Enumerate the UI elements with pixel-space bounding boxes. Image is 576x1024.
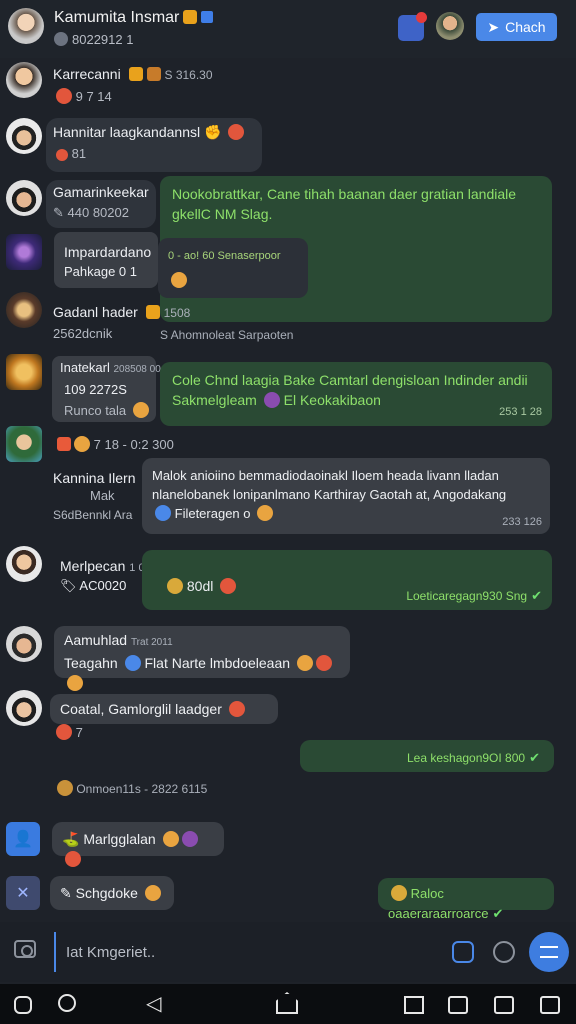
notification-button[interactable] bbox=[398, 12, 427, 41]
messaging-app: Kamumita Insmar 8022912 1 ➤ Chach Karreca… bbox=[0, 0, 576, 1024]
conversation-item[interactable]: Aamuhlad Trat 2011 Teagahn Flat Narte lm… bbox=[0, 622, 576, 691]
back-icon[interactable]: ◁ bbox=[146, 994, 161, 1014]
notification-badge bbox=[416, 12, 427, 23]
app-header: Kamumita Insmar 8022912 1 ➤ Chach bbox=[0, 0, 576, 58]
conversation-meta: 9 7 14 bbox=[53, 88, 112, 104]
send-icon: ➤ bbox=[487, 18, 500, 35]
profile-avatar[interactable] bbox=[436, 12, 464, 40]
conversation-name: Kannina Ilern bbox=[53, 470, 136, 486]
user-icon: 👤 bbox=[6, 822, 40, 856]
conversation-name: Gamarinkeekar bbox=[53, 184, 149, 200]
header-subtitle: 8022912 1 bbox=[54, 32, 133, 47]
conversation-item[interactable]: Coatal, Gamlorglil laadger 7 bbox=[0, 690, 576, 746]
chat-icon[interactable] bbox=[494, 996, 514, 1014]
message-text: Marlgglalan bbox=[83, 831, 156, 847]
conversation-meta: 7 18 - 0:2 300 bbox=[53, 436, 174, 452]
camera-icon[interactable] bbox=[14, 940, 36, 958]
message-outgoing[interactable]: Lea keshagon9OI 800 ✔ bbox=[300, 740, 554, 772]
message-input[interactable] bbox=[54, 932, 434, 972]
message-time: Loeticaregagn930 Sng ✔ bbox=[406, 588, 542, 603]
status-badge bbox=[183, 10, 198, 24]
window-icon[interactable] bbox=[448, 996, 468, 1014]
avatar bbox=[6, 354, 42, 390]
message-text: Coatal, Gamlorglil laadger bbox=[60, 701, 222, 717]
avatar bbox=[6, 690, 42, 726]
message-text: Fileteragen o bbox=[174, 506, 251, 521]
menu-button[interactable] bbox=[529, 932, 569, 972]
message-incoming[interactable]: ✎ Schgdoke bbox=[50, 876, 174, 910]
conversation-name: Impardardano bbox=[64, 244, 152, 260]
conversation-item[interactable]: 👤 ⛳ Marlgglalan bbox=[0, 818, 576, 867]
message-incoming[interactable]: 0 - ao! 60 Senaserpoor bbox=[158, 238, 308, 298]
conversation-item[interactable]: Hannitar laagkandannsl ✊ 81 bbox=[0, 114, 576, 172]
verified-icon bbox=[201, 11, 214, 23]
globe-icon bbox=[54, 32, 68, 46]
clock-icon[interactable] bbox=[493, 941, 515, 963]
conversation-item[interactable]: Karrecanni S 316.30 9 7 14 bbox=[0, 58, 576, 108]
avatar bbox=[6, 426, 42, 462]
message-time: Lea keshagon9OI 800 ✔ bbox=[406, 750, 540, 765]
message-time: 253 1 28 bbox=[499, 406, 542, 418]
conversation-name: Gadanl hader 1508 bbox=[53, 304, 191, 320]
translate-icon: ✕ bbox=[6, 876, 40, 910]
message-incoming[interactable]: Coatal, Gamlorglil laadger bbox=[50, 694, 278, 724]
avatar bbox=[6, 626, 42, 662]
emoji-icon bbox=[171, 272, 187, 288]
message-meta: 0 - ao! 60 Senaserpoor bbox=[168, 250, 281, 262]
avatar bbox=[6, 118, 42, 154]
conversation-meta: S6dBennkl Ara bbox=[53, 508, 133, 522]
message-outgoing[interactable]: Raloc oaaeraraarroarce ✔ bbox=[378, 878, 554, 921]
conversation-highlight bbox=[54, 232, 158, 288]
conversation-meta: Mak bbox=[90, 488, 115, 503]
avatar bbox=[6, 62, 42, 98]
sender-name: Aamuhlad Trat 2011 bbox=[64, 632, 173, 648]
header-subtitle-text: 8022912 1 bbox=[72, 32, 134, 47]
conversation-meta: 7 bbox=[53, 724, 83, 740]
conversation-name: Hannitar laagkandannsl ✊ bbox=[53, 124, 245, 141]
recents-icon[interactable] bbox=[404, 996, 424, 1014]
avatar bbox=[6, 180, 42, 216]
menu-icon bbox=[540, 946, 558, 958]
message-text: Malok anioiino bemmadiodaoinakl Iloem he… bbox=[152, 468, 507, 502]
conversation-name: Karrecanni S 316.30 bbox=[53, 66, 213, 82]
message-text: El Keokakibaon bbox=[283, 392, 381, 408]
read-check-icon: ✔ bbox=[492, 906, 504, 921]
conversation-meta: Pahkage 0 1 bbox=[64, 264, 138, 279]
date-separator: Onmoen11s - 2822 6115 bbox=[54, 780, 207, 796]
message-text: Schgdoke bbox=[75, 885, 138, 901]
conversation-meta: 81 bbox=[53, 146, 86, 161]
app-icon[interactable] bbox=[14, 996, 32, 1014]
conversation-meta: 109 2272S bbox=[64, 382, 127, 397]
header-avatar[interactable] bbox=[8, 8, 44, 44]
conversation-meta: Runco tala bbox=[64, 402, 149, 418]
avatar bbox=[6, 292, 42, 328]
message-text: Teagahn Flat Narte lmbdoeleaan bbox=[64, 653, 340, 693]
message-text: 80dl bbox=[186, 578, 214, 594]
message-time: 233 126 bbox=[502, 516, 542, 528]
message-text: Nookobrattkar, Cane tihah baanan daer gr… bbox=[172, 186, 517, 222]
message-incoming[interactable]: Aamuhlad Trat 2011 Teagahn Flat Narte lm… bbox=[54, 626, 350, 691]
chat-button-label: Chach bbox=[505, 19, 546, 35]
chat-button[interactable]: ➤ Chach bbox=[476, 13, 557, 41]
header-title-text: Kamumita Insmar bbox=[54, 9, 180, 26]
avatar bbox=[6, 546, 42, 582]
message-incoming[interactable]: ⛳ Marlgglalan bbox=[52, 822, 224, 867]
conversation-meta: 2562dcnik bbox=[53, 326, 113, 341]
expand-icon[interactable] bbox=[540, 996, 560, 1014]
search-icon[interactable] bbox=[58, 994, 76, 1012]
message-outgoing[interactable]: 80dl Loeticaregagn930 Sng ✔ bbox=[142, 550, 552, 610]
read-check-icon: ✔ bbox=[529, 750, 540, 765]
conversation-meta: 🏷 AC0020 bbox=[60, 578, 127, 593]
read-check-icon: ✔ bbox=[531, 588, 542, 603]
message-incoming[interactable]: Malok anioiino bemmadiodaoinakl Iloem he… bbox=[142, 458, 550, 534]
avatar bbox=[6, 234, 42, 270]
message-outgoing[interactable]: Cole Chnd laagia Bake Camtarl dengisloan… bbox=[160, 362, 552, 426]
header-title: Kamumita Insmar bbox=[54, 9, 214, 27]
conversation-name: Inatekarl 208508 00 bbox=[60, 360, 161, 375]
conversation-meta: ✎ 440 80202 bbox=[53, 205, 129, 220]
hand-icon: ✊ bbox=[204, 124, 222, 140]
message-footer: S Ahomnoleat Sarpaoten bbox=[160, 328, 294, 342]
lens-icon[interactable] bbox=[452, 941, 474, 963]
